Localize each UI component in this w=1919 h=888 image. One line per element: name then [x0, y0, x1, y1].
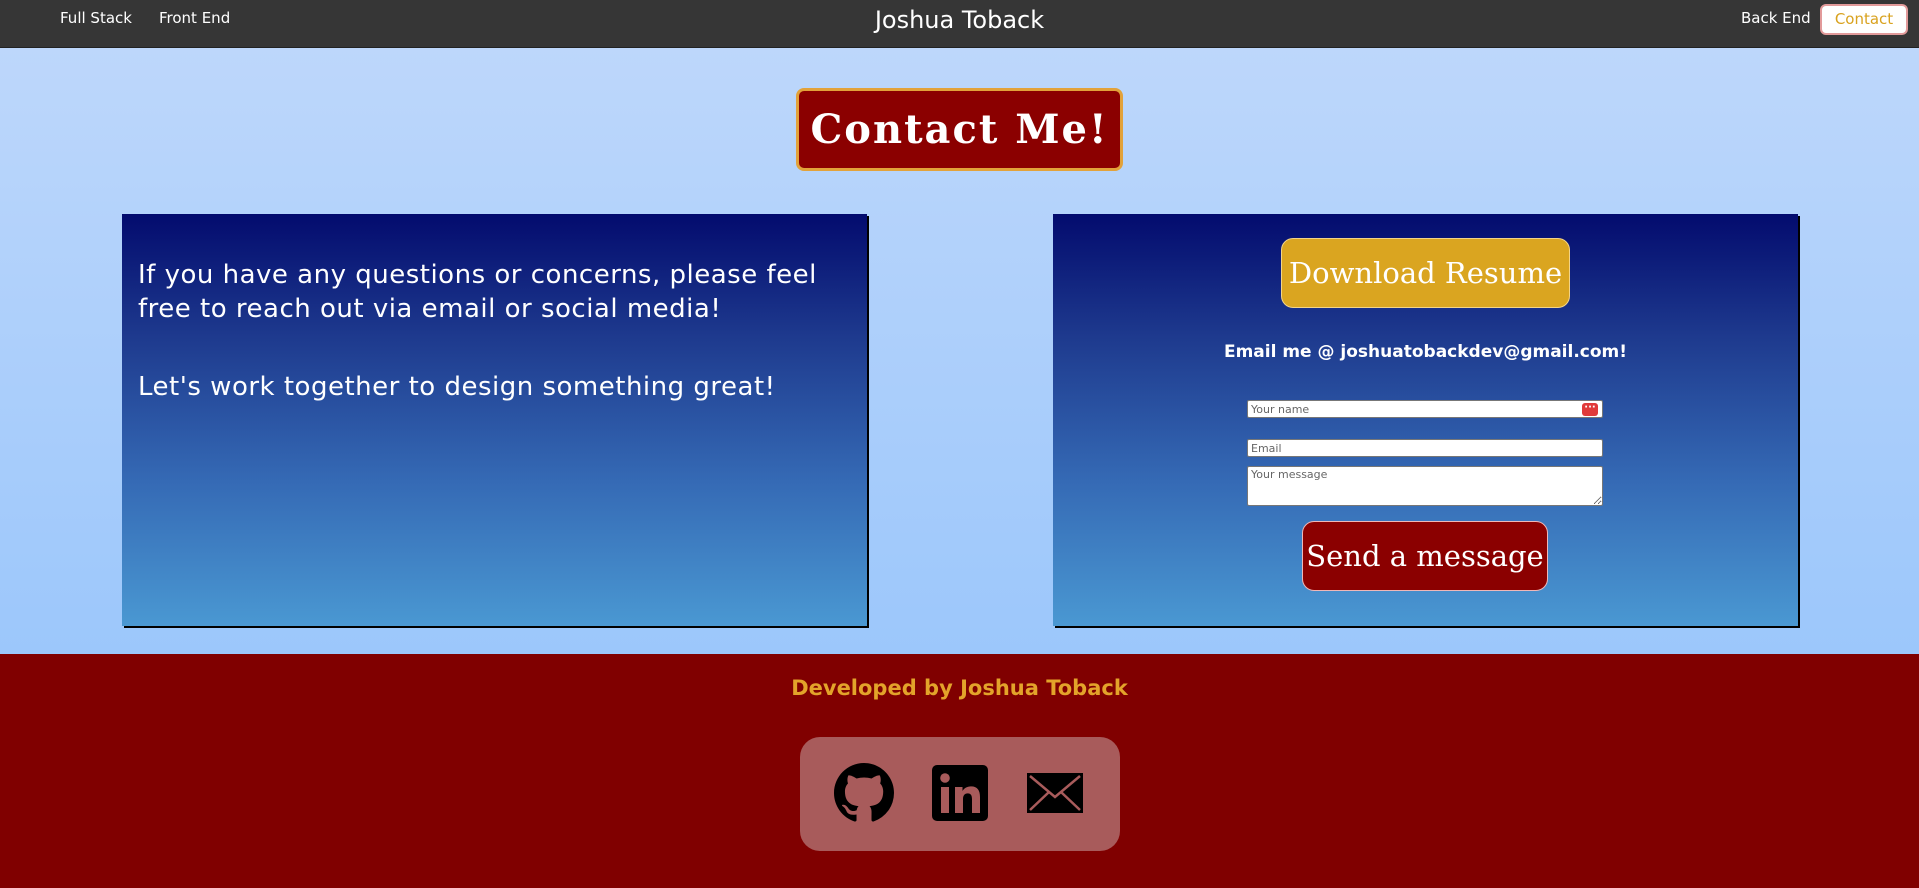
nav-link-full-stack[interactable]: Full Stack [60, 9, 132, 27]
footer-credit: Developed by Joshua Toback [791, 676, 1128, 700]
send-message-button[interactable]: Send a message [1302, 521, 1548, 591]
password-manager-icon[interactable]: ··· [1582, 403, 1598, 416]
nav-link-back-end[interactable]: Back End [1741, 9, 1811, 27]
info-panel: If you have any questions or concerns, p… [122, 214, 867, 626]
linkedin-icon[interactable] [930, 763, 990, 823]
download-resume-button[interactable]: Download Resume [1281, 238, 1570, 308]
message-textarea[interactable] [1247, 466, 1603, 506]
main-section: Contact Me! If you have any questions or… [0, 48, 1919, 654]
nav-link-front-end[interactable]: Front End [159, 9, 230, 27]
navbar: Full Stack Front End Joshua Toback Back … [0, 0, 1919, 48]
email-text: Email me @ joshuatobackdev@gmail.com! [1223, 342, 1628, 362]
nav-contact-button[interactable]: Contact [1820, 4, 1908, 35]
social-links [800, 737, 1120, 851]
brand-title[interactable]: Joshua Toback [875, 6, 1044, 34]
outro-text: Let's work together to design something … [138, 372, 776, 402]
brand-title-container: Joshua Toback [0, 6, 1919, 34]
mail-icon[interactable] [1025, 763, 1085, 823]
name-input[interactable] [1247, 400, 1603, 418]
github-icon[interactable] [834, 763, 894, 823]
contact-panel: Download Resume Email me @ joshuatobackd… [1053, 214, 1798, 626]
footer: Developed by Joshua Toback [0, 654, 1919, 888]
intro-text: If you have any questions or concerns, p… [138, 260, 817, 324]
page-heading: Contact Me! [796, 88, 1123, 171]
email-input[interactable] [1247, 439, 1603, 457]
